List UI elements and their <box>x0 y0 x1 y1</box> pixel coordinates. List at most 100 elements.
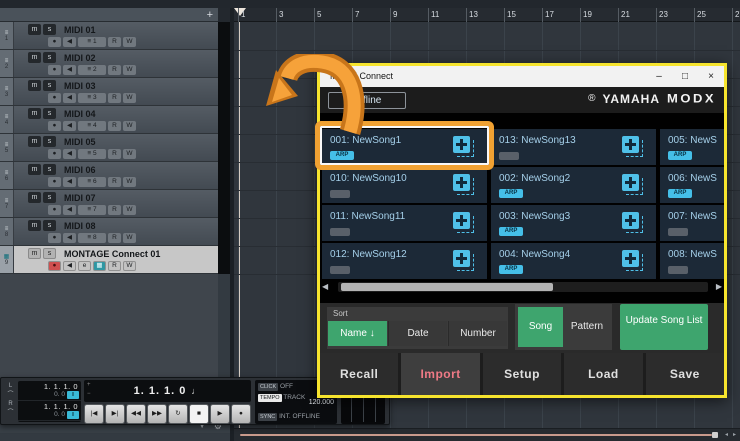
monitor-button[interactable]: ◀ <box>63 121 76 131</box>
write-automation-button[interactable]: W <box>123 93 136 103</box>
scrollbar-handle[interactable] <box>712 432 718 438</box>
monitor-button[interactable]: ◀ <box>63 93 76 103</box>
song-cell[interactable]: 003: NewSong3ARP <box>491 205 656 241</box>
track-row[interactable]: ≡1msMIDI 01●◀≡ 1RW <box>0 22 218 50</box>
mute-button[interactable]: m <box>28 164 41 175</box>
song-cell[interactable]: 013: NewSong13 <box>491 129 656 165</box>
track-row[interactable]: ≡8msMIDI 08●◀≡ 8RW <box>0 218 218 246</box>
write-automation-button[interactable]: W <box>123 65 136 75</box>
mute-button[interactable]: m <box>28 108 41 119</box>
record-enable-button[interactable]: ● <box>48 149 61 159</box>
channel-selector[interactable]: ≡ 6 <box>78 177 106 187</box>
play-button[interactable]: ▶ <box>210 404 230 424</box>
tempo-badge[interactable]: TEMPO <box>258 394 282 402</box>
monitor-button[interactable]: ◀ <box>63 149 76 159</box>
mode-button-pattern[interactable]: Pattern <box>564 307 610 347</box>
write-automation-button[interactable]: W <box>123 149 136 159</box>
song-cell[interactable]: 010: NewSong10 <box>322 167 487 203</box>
rewind-button[interactable]: ◀◀ <box>126 404 146 424</box>
mute-button[interactable]: m <box>28 80 41 91</box>
tab-save[interactable]: Save <box>643 353 724 395</box>
channel-selector[interactable]: ≡ 7 <box>78 205 106 215</box>
timeline-ruler[interactable]: 13579111315171921232527 <box>234 8 740 22</box>
punch-out-icon[interactable]: R <box>4 400 17 409</box>
channel-selector[interactable]: ≡ 4 <box>78 121 106 131</box>
open-instrument-button[interactable]: ▦ <box>93 261 106 271</box>
record-enable-button[interactable]: ● <box>48 37 61 47</box>
mute-button[interactable]: m <box>28 248 41 259</box>
track-row[interactable]: ≡6msMIDI 06●◀≡ 6RW <box>0 162 218 190</box>
write-automation-button[interactable]: W <box>123 177 136 187</box>
tab-recall[interactable]: Recall <box>320 353 398 395</box>
record-button[interactable]: ● <box>231 404 251 424</box>
tab-load[interactable]: Load <box>561 353 642 395</box>
solo-button[interactable]: s <box>43 52 56 63</box>
read-automation-button[interactable]: R <box>108 177 121 187</box>
read-automation-button[interactable]: R <box>108 93 121 103</box>
monitor-button[interactable]: ◀ <box>63 37 76 47</box>
scroll-left-icon[interactable]: ◀ <box>322 282 328 292</box>
fast-forward-button[interactable]: ▶▶ <box>147 404 167 424</box>
write-automation-button[interactable]: W <box>123 261 136 271</box>
solo-button[interactable]: s <box>43 248 56 259</box>
channel-selector[interactable]: ≡ 2 <box>78 65 106 75</box>
click-badge[interactable]: CLICK <box>258 383 278 391</box>
song-cell[interactable]: 006: NewSARP <box>660 167 727 203</box>
track-row-selected[interactable]: ▦9msMONTAGE Connect 01●◀e▦RW <box>0 246 218 274</box>
solo-button[interactable]: s <box>43 108 56 119</box>
mute-button[interactable]: m <box>28 136 41 147</box>
sync-badge[interactable]: SYNC <box>258 413 277 421</box>
goto-start-button[interactable]: |◀ <box>84 404 104 424</box>
zoom-out-icon[interactable]: ◂ <box>725 431 728 438</box>
edit-channel-button[interactable]: e <box>78 261 91 271</box>
channel-selector[interactable]: ≡ 5 <box>78 149 106 159</box>
channel-selector[interactable]: ≡ 3 <box>78 93 106 103</box>
dialog-titlebar[interactable]: MODX Connect – □ × <box>320 66 724 87</box>
song-cell[interactable]: 005: NewSARP <box>660 129 727 165</box>
solo-button[interactable]: s <box>43 164 56 175</box>
solo-button[interactable]: s <box>43 80 56 91</box>
mute-button[interactable]: m <box>28 52 41 63</box>
sort-button-date[interactable]: Date <box>388 321 447 346</box>
song-cell[interactable]: 008: NewS <box>660 243 727 279</box>
mute-button[interactable]: m <box>28 220 41 231</box>
track-row[interactable]: ≡5msMIDI 05●◀≡ 5RW <box>0 134 218 162</box>
read-automation-button[interactable]: R <box>108 65 121 75</box>
track-row[interactable]: ≡2msMIDI 02●◀≡ 2RW <box>0 50 218 78</box>
read-automation-button[interactable]: R <box>108 233 121 243</box>
move-icon[interactable] <box>622 174 644 196</box>
song-cell[interactable]: 007: NewS <box>660 205 727 241</box>
close-icon[interactable]: × <box>698 66 724 87</box>
move-icon[interactable] <box>453 250 475 272</box>
monitor-button[interactable]: ◀ <box>63 261 76 271</box>
song-cell[interactable]: 012: NewSong12 <box>322 243 487 279</box>
track-row[interactable]: ≡3msMIDI 03●◀≡ 3RW <box>0 78 218 106</box>
zoom-in-icon[interactable]: ▸ <box>733 431 736 438</box>
read-automation-button[interactable]: R <box>108 37 121 47</box>
solo-button[interactable]: s <box>43 24 56 35</box>
record-enable-button[interactable]: ● <box>48 177 61 187</box>
record-enable-button[interactable]: ● <box>48 121 61 131</box>
write-automation-button[interactable]: W <box>123 121 136 131</box>
song-cell[interactable]: 002: NewSong2ARP <box>491 167 656 203</box>
solo-button[interactable]: s <box>43 136 56 147</box>
maximize-icon[interactable]: □ <box>672 66 698 87</box>
mute-button[interactable]: m <box>28 24 41 35</box>
read-automation-button[interactable]: R <box>108 121 121 131</box>
sort-button-number[interactable]: Number <box>448 321 507 346</box>
sort-button-name[interactable]: Name ↓ <box>328 321 387 346</box>
monitor-button[interactable]: ◀ <box>63 233 76 243</box>
read-automation-button[interactable]: R <box>108 205 121 215</box>
track-row[interactable]: ≡7msMIDI 07●◀≡ 7RW <box>0 190 218 218</box>
song-cell[interactable]: 011: NewSong11 <box>322 205 487 241</box>
locator-display[interactable]: 1. 1. 1. 0 0. 0 II 1. 1. 1. 0 0. 0 II <box>18 381 81 422</box>
stop-button[interactable]: ■ <box>189 404 209 424</box>
move-icon[interactable] <box>622 212 644 234</box>
solo-button[interactable]: s <box>43 220 56 231</box>
monitor-button[interactable]: ◀ <box>63 65 76 75</box>
goto-end-button[interactable]: ▶| <box>105 404 125 424</box>
track-row[interactable]: ≡4msMIDI 04●◀≡ 4RW <box>0 106 218 134</box>
tab-import[interactable]: Import <box>398 353 479 395</box>
time-display[interactable]: +− 1. 1. 1. 0♩ <box>84 380 251 402</box>
tab-setup[interactable]: Setup <box>480 353 561 395</box>
